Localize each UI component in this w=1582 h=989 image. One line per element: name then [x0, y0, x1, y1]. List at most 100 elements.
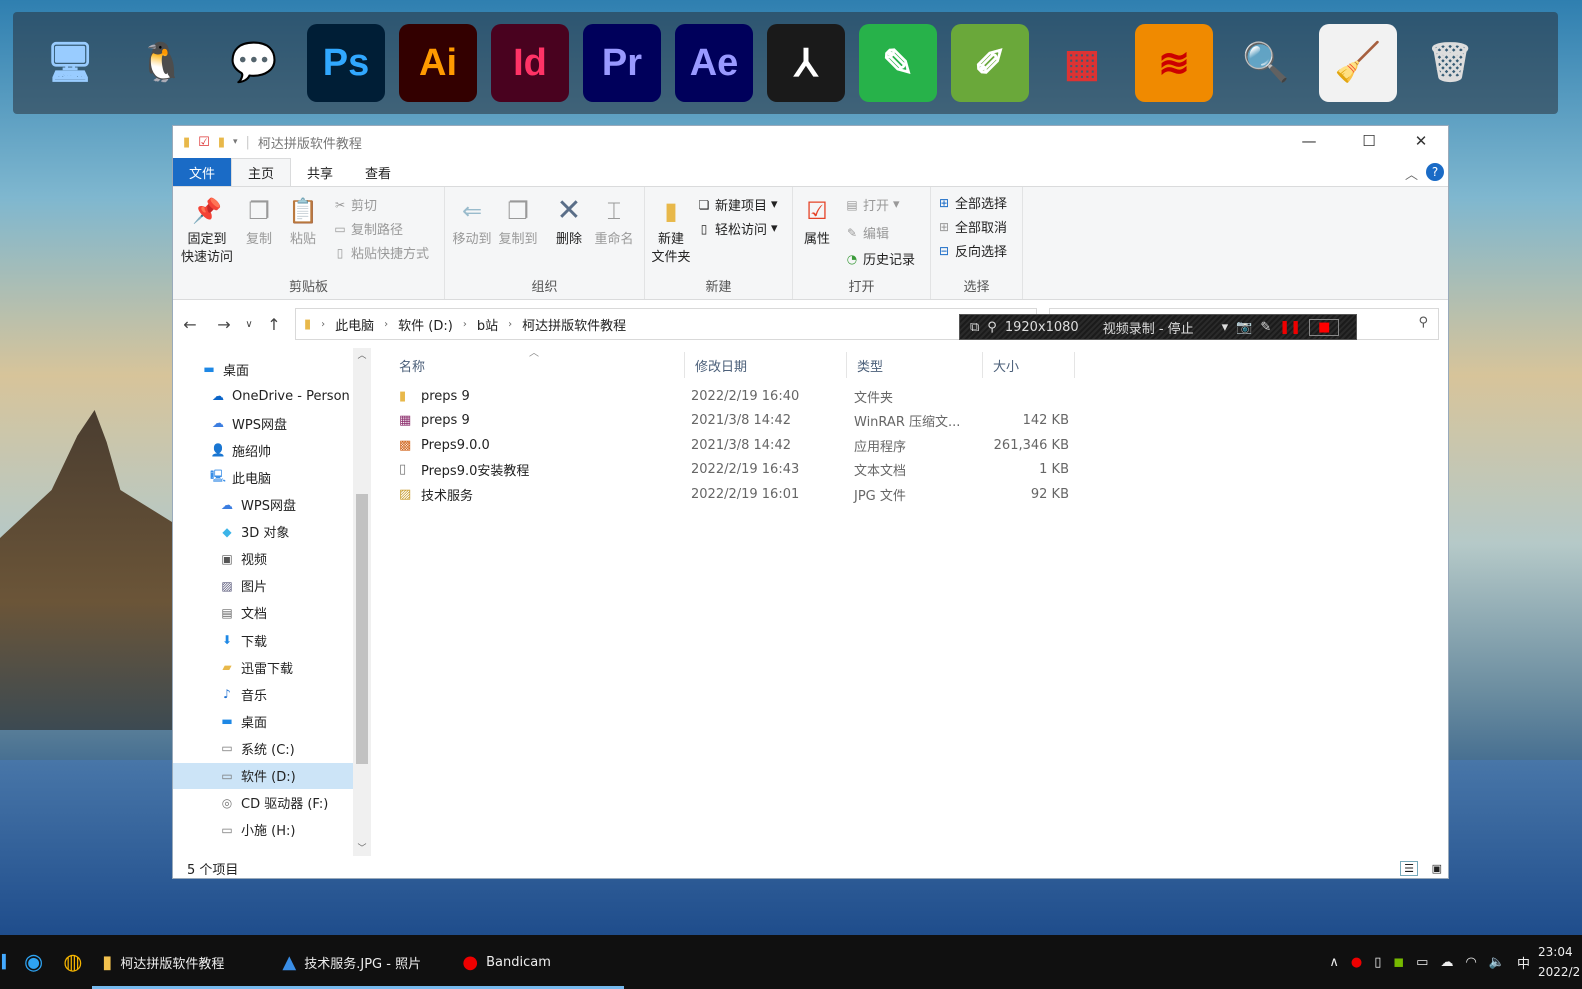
qq-icon[interactable]: 🐧 — [123, 24, 201, 102]
nav-item[interactable]: 🖳 此电脑 — [173, 464, 353, 490]
properties-button[interactable]: ☑ 属性 — [799, 195, 835, 249]
cut-button[interactable]: ✂ 剪切 — [333, 195, 377, 215]
nav-item[interactable]: 👤 施绍帅 — [173, 437, 353, 463]
nav-item[interactable]: ▨ 图片 — [173, 573, 353, 599]
trash-icon[interactable]: 🗑 — [1411, 24, 1489, 102]
file-row[interactable]: ▯ Preps9.0安装教程 2022/2/19 16:43 文本文档 1 KB — [389, 458, 1069, 482]
acrobat-icon[interactable]: ⅄ — [767, 24, 845, 102]
nav-item[interactable]: ☁ WPS网盘 — [173, 410, 353, 436]
stop-record-button[interactable]: ■ — [1309, 318, 1340, 336]
chrome-icon[interactable]: ◍ — [53, 935, 92, 989]
nav-item[interactable]: ⬇ 下载 — [173, 627, 353, 653]
premiere-icon[interactable]: Pr — [583, 24, 661, 102]
tab-file[interactable]: 文件 — [173, 158, 232, 186]
breadcrumb-item[interactable]: 此电脑 — [335, 315, 374, 334]
taskbar-item[interactable]: ▲ 技术服务.JPG - 照片 — [272, 935, 453, 989]
details-view-icon[interactable]: ☰ — [1400, 860, 1418, 876]
file-row[interactable]: ▮ preps 9 2022/2/19 16:40 文件夹 — [389, 384, 1069, 408]
nav-item[interactable]: ▰ 迅雷下载 — [173, 654, 353, 680]
help-icon[interactable]: ? — [1426, 163, 1444, 181]
history-button[interactable]: ◔ 历史记录 — [845, 249, 915, 269]
photoshop-icon[interactable]: Ps — [307, 24, 385, 102]
copy-path-button[interactable]: ▭ 复制路径 — [333, 219, 403, 239]
back-arrow-icon[interactable]: ← — [173, 315, 207, 334]
open-button[interactable]: ▤ 打开 ▾ — [845, 195, 899, 214]
illustrator-icon[interactable]: Ai — [399, 24, 477, 102]
computer-icon[interactable]: 🖥 — [31, 24, 109, 102]
tray-expand-icon[interactable]: ∧ — [1329, 955, 1339, 970]
breadcrumb-separator-icon[interactable]: › — [463, 319, 467, 330]
large-icons-view-icon[interactable]: ▣ — [1432, 862, 1442, 875]
taskbar-item[interactable]: ● Bandicam — [452, 935, 625, 989]
breadcrumb-item[interactable]: 柯达拼版软件教程 — [522, 315, 626, 334]
windows-tiles-icon[interactable]: ▦ — [1043, 24, 1121, 102]
nav-item[interactable]: ☁ WPS网盘 — [173, 492, 353, 518]
paste-shortcut-button[interactable]: ▯ 粘贴快捷方式 — [333, 243, 429, 263]
volume-icon[interactable]: 🔈 — [1489, 955, 1505, 970]
delete-button[interactable]: ✕ 删除 — [551, 195, 587, 249]
move-to-button[interactable]: ⇐ 移动到 — [449, 195, 495, 249]
nav-scrollbar-thumb[interactable] — [356, 494, 368, 764]
breadcrumb-item[interactable]: b站 — [477, 315, 498, 334]
nav-item[interactable]: ▭ 软件 (D:) — [173, 762, 353, 789]
maximize-button[interactable]: ☐ — [1343, 126, 1395, 156]
column-type[interactable]: 类型 — [847, 352, 983, 378]
nav-item[interactable]: ☁ OneDrive - Person — [173, 383, 353, 409]
tab-home[interactable]: 主页 — [231, 158, 292, 186]
start-icon[interactable]: ▍ — [0, 935, 14, 989]
column-size[interactable]: 大小 — [983, 352, 1075, 378]
edge-icon[interactable]: ◉ — [14, 935, 53, 989]
address-bar[interactable]: ▮ › 此电脑 › 软件 (D:) › b站 › 柯达拼版软件教程 — [295, 308, 1037, 340]
close-button[interactable]: ✕ — [1395, 126, 1447, 156]
qat-dropdown-icon[interactable]: ▾ — [233, 137, 238, 147]
column-date[interactable]: 修改日期 — [685, 352, 847, 378]
green-pen-app-icon[interactable]: ✎ — [859, 24, 937, 102]
breadcrumb-separator-icon[interactable]: › — [321, 319, 325, 330]
taskbar-item[interactable]: ▮ 柯达拼版软件教程 — [92, 935, 273, 989]
breadcrumb-separator-icon[interactable]: › — [508, 319, 512, 330]
breadcrumb-separator-icon[interactable]: › — [384, 319, 388, 330]
nav-item[interactable]: ◆ 3D 对象 — [173, 519, 353, 545]
wifi-icon[interactable]: ◠ — [1465, 955, 1476, 970]
paste-button[interactable]: 📋 粘贴 — [285, 195, 321, 249]
minimize-button[interactable]: — — [1283, 126, 1335, 156]
nav-item[interactable]: ▣ 视频 — [173, 546, 353, 572]
file-row[interactable]: ▦ preps 9 2021/3/8 14:42 WinRAR 压缩文... 142 K… — [389, 409, 1069, 433]
rename-button[interactable]: ⌶ 重命名 — [591, 195, 637, 249]
easy-access-button[interactable]: ▯ 轻松访问 ▾ — [697, 219, 778, 238]
nav-item[interactable]: ▤ 文档 — [173, 600, 353, 626]
indesign-icon[interactable]: Id — [491, 24, 569, 102]
pause-icon[interactable]: ❚❚ — [1279, 320, 1301, 335]
tab-view[interactable]: 查看 — [349, 158, 407, 186]
zoom-icon[interactable]: ⚲ — [987, 320, 997, 335]
after-effects-icon[interactable]: Ae — [675, 24, 753, 102]
file-row[interactable]: ▨ 技术服务 2022/2/19 16:01 JPG 文件 92 KB — [389, 482, 1069, 506]
edit-button[interactable]: ✎ 编辑 — [845, 223, 889, 243]
properties-quick-icon[interactable]: ☑ — [198, 135, 210, 150]
wechat-icon[interactable]: 💬 — [215, 24, 293, 102]
copy-to-button[interactable]: ❐ 复制到 — [495, 195, 541, 249]
coreldraw-icon[interactable]: ✐ — [951, 24, 1029, 102]
tab-share[interactable]: 共享 — [291, 158, 349, 186]
onedrive-tray-icon[interactable]: ☁ — [1440, 955, 1453, 970]
pencil-icon[interactable]: ✎ — [1260, 320, 1271, 335]
new-folder-button[interactable]: ▮ 新建 文件夹 — [649, 195, 693, 267]
nav-item[interactable]: ▭ 系统 (C:) — [173, 735, 353, 761]
nvidia-icon[interactable]: ◼ — [1393, 955, 1404, 970]
magnifier-icon[interactable]: 🔍 — [1227, 24, 1305, 102]
nav-item[interactable]: ♪ 音乐 — [173, 681, 353, 707]
ime-indicator[interactable]: 中 — [1517, 953, 1530, 972]
select-none-button[interactable]: ⊞ 全部取消 — [937, 217, 1007, 237]
breadcrumb-item[interactable]: 软件 (D:) — [398, 315, 453, 334]
nav-item[interactable]: ▬ 桌面 — [173, 356, 353, 382]
new-item-button[interactable]: ❏ 新建项目 ▾ — [697, 195, 778, 214]
file-row[interactable]: ▩ Preps9.0.0 2021/3/8 14:42 应用程序 261,346 KB — [389, 433, 1069, 457]
collapse-ribbon-icon[interactable]: ︿ — [1405, 164, 1418, 183]
camera-icon[interactable]: 📷 — [1236, 320, 1252, 335]
battery-icon[interactable]: ▭ — [1416, 955, 1428, 970]
up-arrow-icon[interactable]: ↑ — [257, 315, 291, 334]
copy-button[interactable]: ❐ 复制 — [241, 195, 277, 249]
window-mode-icon[interactable]: ⧉ — [970, 320, 979, 335]
forward-arrow-icon[interactable]: → — [207, 315, 241, 334]
invert-selection-button[interactable]: ⊟ 反向选择 — [937, 241, 1007, 261]
